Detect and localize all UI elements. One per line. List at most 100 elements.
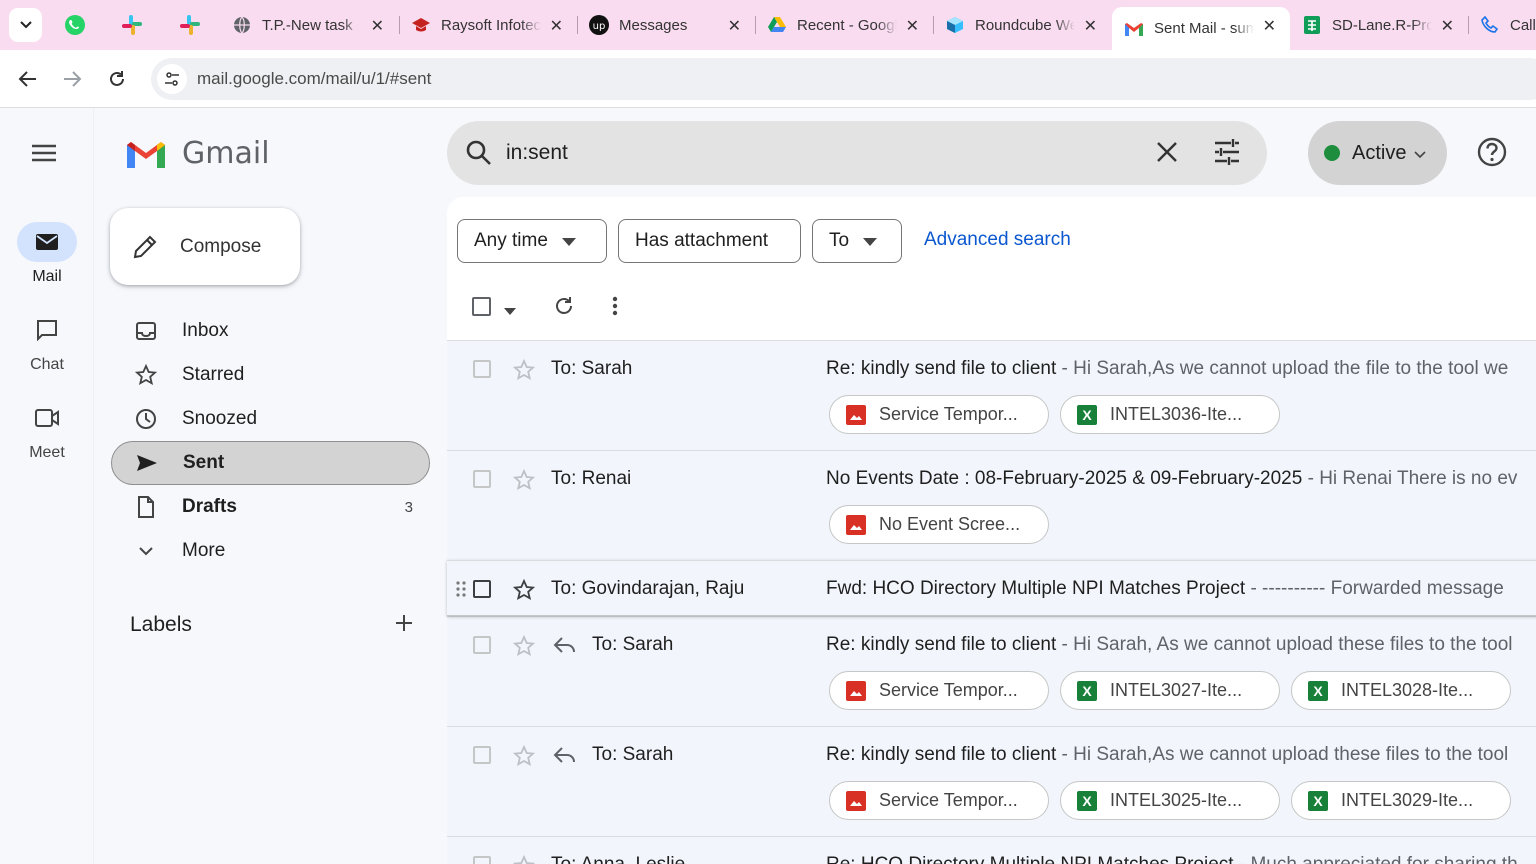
attachment-name: INTEL3029-Ite... bbox=[1341, 790, 1474, 810]
rail-item-chat[interactable]: Chat bbox=[0, 310, 94, 374]
select-menu-caret-icon[interactable] bbox=[504, 302, 516, 320]
attachment-chip[interactable]: X INTEL3028-Ite... bbox=[1291, 671, 1511, 710]
advanced-search-link[interactable]: Advanced search bbox=[924, 229, 1071, 251]
star-toggle[interactable] bbox=[512, 578, 536, 606]
star-toggle[interactable] bbox=[512, 634, 536, 662]
back-button[interactable] bbox=[13, 64, 43, 94]
help-icon bbox=[1477, 137, 1507, 167]
compose-button[interactable]: Compose bbox=[110, 208, 300, 285]
close-tab-icon[interactable]: ✕ bbox=[550, 16, 563, 36]
search-input[interactable]: in:sent bbox=[506, 141, 568, 165]
reload-button[interactable] bbox=[102, 64, 132, 94]
attachment-name: INTEL3027-Ite... bbox=[1110, 680, 1243, 700]
email-sender: To: Govindarajan, Raju bbox=[551, 578, 745, 599]
rail-item-meet[interactable]: Meet bbox=[0, 398, 94, 462]
close-tab-icon[interactable]: ✕ bbox=[906, 16, 919, 36]
row-checkbox[interactable] bbox=[473, 470, 491, 488]
attachment-chip[interactable]: X INTEL3029-Ite... bbox=[1291, 781, 1511, 820]
site-info-icon[interactable] bbox=[157, 64, 187, 94]
close-tab-icon[interactable]: ✕ bbox=[1084, 16, 1097, 36]
nav-item-snoozed[interactable]: Snoozed bbox=[111, 397, 430, 441]
browser-tab-5-active[interactable]: Sent Mail - sumit ✕ bbox=[1112, 7, 1290, 50]
search-bar[interactable]: in:sent bbox=[447, 121, 1267, 185]
attachment-chip[interactable]: Service Tempor... bbox=[829, 671, 1049, 710]
attachment-chip[interactable]: X INTEL3025-Ite... bbox=[1060, 781, 1280, 820]
star-toggle[interactable] bbox=[512, 358, 536, 386]
row-checkbox[interactable] bbox=[473, 580, 491, 598]
row-checkbox[interactable] bbox=[473, 856, 491, 864]
email-row[interactable]: To: Sarah Re: kindly send file to client… bbox=[447, 726, 1536, 836]
browser-tab-4[interactable]: Roundcube Webmail ✕ bbox=[933, 7, 1111, 43]
browser-tab-7[interactable]: Call bbox=[1468, 7, 1536, 43]
filter-any-time[interactable]: Any time bbox=[457, 219, 607, 263]
status-dot bbox=[1324, 145, 1340, 161]
close-tab-icon[interactable]: ✕ bbox=[1263, 16, 1276, 36]
email-row[interactable]: To: Sarah Re: kindly send file to client… bbox=[447, 340, 1536, 450]
tab-search-button[interactable] bbox=[9, 8, 42, 42]
image-file-icon bbox=[846, 680, 866, 701]
nav-item-more[interactable]: More bbox=[111, 529, 430, 573]
attachment-chip[interactable]: X INTEL3036-Ite... bbox=[1060, 395, 1280, 434]
row-checkbox[interactable] bbox=[473, 746, 491, 764]
search-options-button[interactable] bbox=[1213, 138, 1241, 171]
rail-item-mail[interactable]: Mail bbox=[0, 222, 94, 286]
add-label-button[interactable] bbox=[394, 613, 414, 639]
filter-label: Has attachment bbox=[635, 230, 769, 251]
pinned-tab-whatsapp[interactable] bbox=[61, 11, 89, 39]
email-sender: To: Anna, Leslie bbox=[551, 854, 685, 864]
reply-icon bbox=[553, 745, 577, 770]
attachment-chip[interactable]: Service Tempor... bbox=[829, 781, 1049, 820]
star-toggle[interactable] bbox=[512, 468, 536, 496]
address-bar[interactable]: mail.google.com/mail/u/1/#sent bbox=[151, 58, 1536, 100]
globe-icon bbox=[232, 15, 252, 35]
nav-item-sent[interactable]: Sent bbox=[111, 441, 430, 485]
search-icon[interactable] bbox=[465, 139, 493, 172]
attachment-chip[interactable]: X INTEL3027-Ite... bbox=[1060, 671, 1280, 710]
email-row[interactable]: To: Sarah Re: kindly send file to client… bbox=[447, 616, 1536, 726]
pinned-tab-slack-1[interactable] bbox=[118, 11, 146, 39]
status-selector[interactable]: Active bbox=[1308, 121, 1447, 185]
main-menu-button[interactable] bbox=[30, 142, 62, 168]
graduation-cap-icon bbox=[411, 15, 431, 35]
star-toggle[interactable] bbox=[512, 854, 536, 864]
nav-item-starred[interactable]: Starred bbox=[111, 353, 430, 397]
clock-icon bbox=[135, 408, 157, 430]
close-tab-icon[interactable]: ✕ bbox=[1441, 16, 1454, 36]
browser-tab-1[interactable]: Raysoft Infotech ✕ bbox=[399, 7, 577, 43]
refresh-icon bbox=[556, 297, 572, 314]
attachment-chip[interactable]: No Event Scree... bbox=[829, 505, 1049, 544]
star-toggle[interactable] bbox=[512, 744, 536, 772]
nav-item-inbox[interactable]: Inbox bbox=[111, 309, 430, 353]
email-row[interactable]: To: Renai No Events Date : 08-February-2… bbox=[447, 450, 1536, 560]
drag-handle-icon[interactable] bbox=[455, 580, 467, 603]
forward-button[interactable] bbox=[57, 64, 87, 94]
close-tab-icon[interactable]: ✕ bbox=[371, 16, 384, 36]
browser-tab-0[interactable]: T.P.-New task ✕ bbox=[220, 7, 398, 43]
image-file-icon bbox=[846, 404, 866, 425]
star-icon bbox=[512, 578, 536, 600]
row-checkbox[interactable] bbox=[473, 360, 491, 378]
close-tab-icon[interactable]: ✕ bbox=[728, 16, 741, 36]
more-options-button[interactable] bbox=[611, 295, 619, 322]
filter-has-attachment[interactable]: Has attachment bbox=[618, 219, 801, 263]
help-button[interactable] bbox=[1476, 136, 1508, 173]
browser-tab-2[interactable]: up Messages ✕ bbox=[577, 7, 755, 43]
clear-search-button[interactable] bbox=[1154, 139, 1180, 170]
email-row[interactable]: To: Anna, Leslie Re: HCO Directory Multi… bbox=[447, 836, 1536, 864]
pinned-tab-slack-2[interactable] bbox=[176, 11, 204, 39]
email-snippet: - Hi Sarah,As we cannot upload the file … bbox=[1056, 358, 1509, 379]
row-checkbox[interactable] bbox=[473, 636, 491, 654]
gmail-logo[interactable]: Gmail bbox=[124, 136, 270, 171]
attachment-chip[interactable]: Service Tempor... bbox=[829, 395, 1049, 434]
select-all-checkbox[interactable] bbox=[472, 297, 491, 316]
email-row[interactable]: To: Govindarajan, Raju Fwd: HCO Director… bbox=[447, 560, 1536, 616]
tab-title: Recent - Google Drive bbox=[797, 16, 897, 34]
nav-label: Snoozed bbox=[182, 408, 258, 429]
slack-icon bbox=[122, 15, 142, 35]
refresh-button[interactable] bbox=[553, 295, 575, 322]
filter-to[interactable]: To bbox=[812, 219, 902, 263]
browser-tab-6[interactable]: SD-Lane.R-Pro ✕ bbox=[1290, 7, 1468, 43]
caret-down-icon bbox=[561, 230, 576, 252]
browser-tab-3[interactable]: Recent - Google Drive ✕ bbox=[755, 7, 933, 43]
nav-item-drafts[interactable]: Drafts 3 bbox=[111, 485, 430, 529]
